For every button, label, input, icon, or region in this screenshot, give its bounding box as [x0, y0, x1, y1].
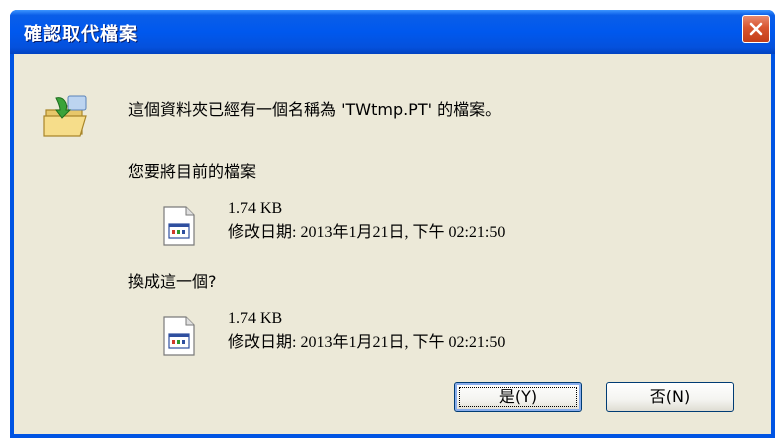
with-prompt: 換成這一個?: [128, 272, 217, 291]
file-icon: [163, 316, 195, 356]
close-button[interactable]: [742, 15, 770, 43]
message-text: 這個資料夾已經有一個名稱為 'TWtmp.PT' 的檔案。: [128, 100, 502, 119]
modified-value: 2013年1月21日, 下午 02:21:50: [300, 334, 506, 351]
modified-value: 2013年1月21日, 下午 02:21:50: [300, 224, 506, 241]
focus-rect: [459, 387, 577, 407]
existing-file-modified: 修改日期: 2013年1月21日, 下午 02:21:50: [228, 218, 505, 242]
file-icon: [163, 206, 195, 246]
modified-label: 修改日期:: [228, 224, 297, 241]
new-file-size: 1.74 KB: [228, 310, 283, 327]
confirm-replace-dialog: 確認取代檔案 這個資料夾已經有一個名稱為 'TWtmp.PT' 的檔案。 您要將…: [10, 10, 775, 438]
dialog-body: 這個資料夾已經有一個名稱為 'TWtmp.PT' 的檔案。 您要將目前的檔案 1…: [14, 54, 771, 434]
no-button[interactable]: 否(N): [606, 382, 734, 412]
new-file-modified: 修改日期: 2013年1月21日, 下午 02:21:50: [228, 328, 505, 352]
existing-file-size: 1.74 KB: [228, 200, 283, 217]
close-icon: [749, 22, 763, 36]
window-title: 確認取代檔案: [24, 24, 138, 45]
folder-replace-icon: [43, 95, 87, 137]
title-bar[interactable]: 確認取代檔案: [10, 10, 775, 54]
yes-button[interactable]: 是(Y): [454, 382, 582, 412]
modified-label: 修改日期:: [228, 334, 297, 351]
replace-prompt: 您要將目前的檔案: [128, 162, 257, 181]
no-button-label: 否(N): [649, 387, 691, 406]
